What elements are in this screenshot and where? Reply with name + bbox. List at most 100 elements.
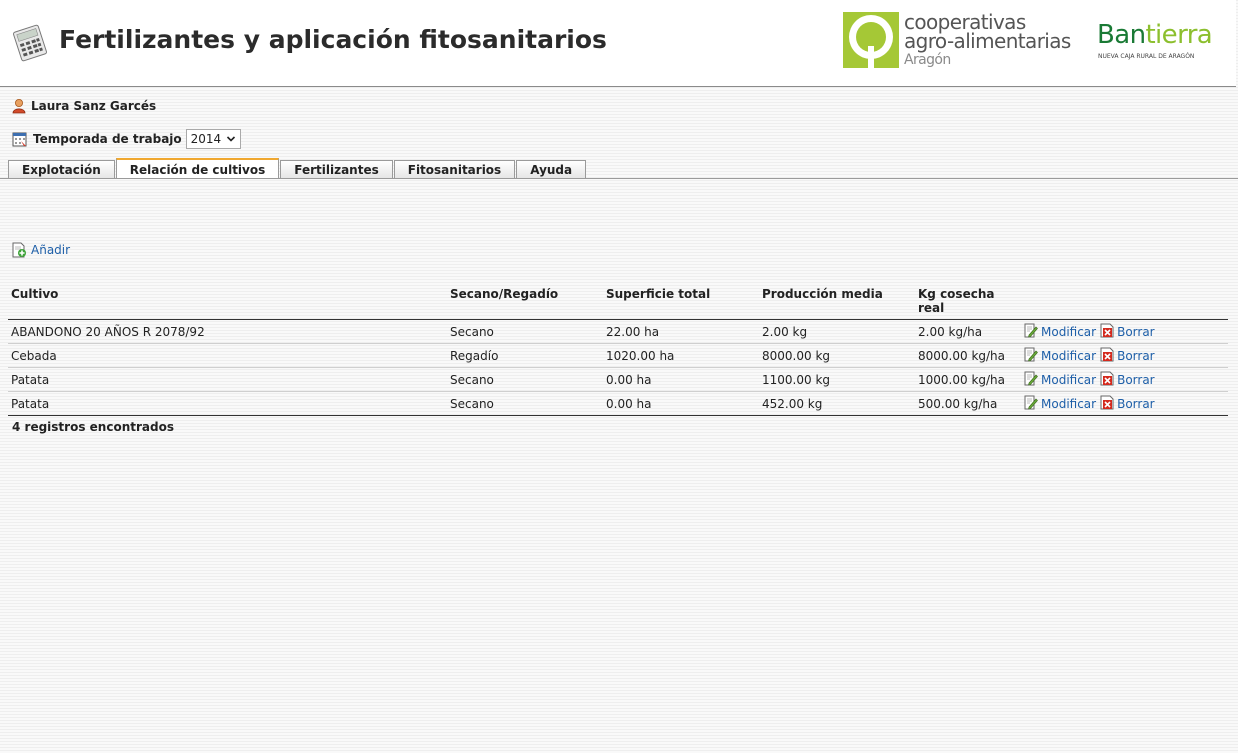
tab-label: Relación de cultivos bbox=[129, 162, 266, 177]
row-actions: Modificar Borrar bbox=[1024, 395, 1225, 413]
row-actions: Modificar Borrar bbox=[1024, 323, 1225, 341]
delete-label: Borrar bbox=[1117, 396, 1155, 411]
cell-cultivo: Cebada bbox=[8, 343, 447, 368]
cell-actions: Modificar Borrar bbox=[1021, 391, 1228, 416]
season-selector-row: Temporada de trabajo 2014 bbox=[12, 129, 241, 149]
delete-icon bbox=[1100, 395, 1114, 413]
cell-secano-regadio: Secano bbox=[447, 391, 603, 416]
delete-label: Borrar bbox=[1117, 348, 1155, 363]
cell-secano-regadio: Secano bbox=[447, 319, 603, 344]
row-actions: Modificar Borrar bbox=[1024, 371, 1225, 389]
modify-button[interactable]: Modificar bbox=[1024, 371, 1096, 389]
cell-kg-cosecha: 1000.00 kg/ha bbox=[915, 367, 1021, 392]
cell-cultivo: Patata bbox=[8, 391, 447, 416]
records-count: 4 registros encontrados bbox=[12, 420, 174, 434]
cooperativas-logo: cooperativas agro-alimentarias Aragón bbox=[843, 10, 1093, 70]
coop-leaf-icon bbox=[843, 12, 899, 68]
header-produccion: Producción media bbox=[759, 283, 915, 320]
calculator-icon bbox=[13, 24, 47, 62]
tab-explotacion[interactable]: Explotación bbox=[8, 160, 115, 179]
delete-icon bbox=[1100, 347, 1114, 365]
modify-label: Modificar bbox=[1041, 324, 1097, 339]
tab-label: Ayuda bbox=[530, 163, 573, 177]
bantierra-name-part1: Ban bbox=[1097, 20, 1146, 50]
edit-icon bbox=[1024, 395, 1038, 413]
table-row: Cebada Regadío 1020.00 ha 8000.00 kg 8000.00… bbox=[8, 343, 1228, 368]
tab-label: Fitosanitarios bbox=[407, 163, 502, 177]
tab-bar: Explotación Relación de cultivos Fertili… bbox=[8, 158, 587, 179]
coop-logo-line3: Aragón bbox=[904, 52, 951, 68]
header-secano-regadio: Secano/Regadío bbox=[447, 283, 603, 320]
edit-icon bbox=[1024, 371, 1038, 389]
header-actions bbox=[1021, 283, 1228, 320]
edit-icon bbox=[1024, 347, 1038, 365]
delete-button[interactable]: Borrar bbox=[1100, 323, 1155, 341]
cell-actions: Modificar Borrar bbox=[1021, 343, 1228, 368]
table-row: ABANDONO 20 AÑOS R 2078/92 Secano 22.00 ha… bbox=[8, 319, 1228, 344]
cell-cultivo: Patata bbox=[8, 367, 447, 392]
calendar-icon bbox=[12, 132, 27, 147]
season-selected-value: 2014 bbox=[190, 132, 222, 146]
cell-kg-cosecha: 2.00 kg/ha bbox=[915, 319, 1021, 344]
header-kg-cosecha: Kg cosecha real bbox=[915, 283, 1021, 320]
cell-superficie: 0.00 ha bbox=[603, 391, 759, 416]
cell-superficie: 1020.00 ha bbox=[603, 343, 759, 368]
modify-button[interactable]: Modificar bbox=[1024, 323, 1096, 341]
modify-button[interactable]: Modificar bbox=[1024, 347, 1096, 365]
cell-produccion: 1100.00 kg bbox=[759, 367, 915, 392]
table-row: Patata Secano 0.00 ha 1100.00 kg 1000.00 kg/… bbox=[8, 367, 1228, 392]
bantierra-name-part2: tierra bbox=[1145, 20, 1213, 50]
delete-icon bbox=[1100, 371, 1114, 389]
user-name: Laura Sanz Garcés bbox=[31, 99, 157, 113]
season-label: Temporada de trabajo bbox=[33, 132, 182, 146]
edit-icon bbox=[1024, 323, 1038, 341]
page-header: Fertilizantes y aplicación fitosanitario… bbox=[0, 0, 1236, 87]
coop-logo-line2: agro-alimentarias bbox=[904, 29, 1071, 53]
modify-label: Modificar bbox=[1041, 372, 1097, 387]
tab-fertilizantes[interactable]: Fertilizantes bbox=[280, 160, 393, 179]
delete-button[interactable]: Borrar bbox=[1100, 395, 1155, 413]
header-cultivo: Cultivo bbox=[8, 283, 447, 320]
tab-ayuda[interactable]: Ayuda bbox=[516, 160, 587, 179]
modify-button[interactable]: Modificar bbox=[1024, 395, 1096, 413]
cell-actions: Modificar Borrar bbox=[1021, 367, 1228, 392]
tab-bar-divider bbox=[0, 178, 1238, 179]
delete-button[interactable]: Borrar bbox=[1100, 347, 1155, 365]
cell-kg-cosecha: 8000.00 kg/ha bbox=[915, 343, 1021, 368]
bantierra-logo: Bantierra NUEVA CAJA RURAL DE ARAGÓN bbox=[1097, 20, 1229, 64]
cell-produccion: 2.00 kg bbox=[759, 319, 915, 344]
cell-cultivo: ABANDONO 20 AÑOS R 2078/92 bbox=[8, 319, 447, 344]
cell-actions: Modificar Borrar bbox=[1021, 319, 1228, 344]
season-select[interactable]: 2014 bbox=[185, 129, 241, 149]
cell-secano-regadio: Secano bbox=[447, 367, 603, 392]
header-superficie: Superficie total bbox=[603, 283, 759, 320]
bantierra-tagline: NUEVA CAJA RURAL DE ARAGÓN bbox=[1098, 53, 1195, 60]
add-link-label: Añadir bbox=[31, 243, 71, 257]
bantierra-name: Bantierra bbox=[1097, 20, 1213, 50]
cell-superficie: 0.00 ha bbox=[603, 367, 759, 392]
add-document-icon bbox=[12, 242, 26, 258]
modify-label: Modificar bbox=[1041, 396, 1097, 411]
delete-button[interactable]: Borrar bbox=[1100, 371, 1155, 389]
tab-fitosanitarios[interactable]: Fitosanitarios bbox=[393, 160, 516, 179]
delete-icon bbox=[1100, 323, 1114, 341]
cell-produccion: 8000.00 kg bbox=[759, 343, 915, 368]
add-button[interactable]: Añadir bbox=[12, 242, 70, 258]
cell-produccion: 452.00 kg bbox=[759, 391, 915, 416]
tab-label: Fertilizantes bbox=[294, 163, 379, 177]
chevron-down-icon bbox=[226, 136, 235, 142]
table-row: Patata Secano 0.00 ha 452.00 kg 500.00 kg/ha… bbox=[8, 391, 1228, 416]
cell-kg-cosecha: 500.00 kg/ha bbox=[915, 391, 1021, 416]
user-icon bbox=[12, 99, 26, 114]
user-info: Laura Sanz Garcés bbox=[12, 97, 156, 115]
cell-superficie: 22.00 ha bbox=[603, 319, 759, 344]
row-actions: Modificar Borrar bbox=[1024, 347, 1225, 365]
table-header-row: Cultivo Secano/Regadío Superficie total … bbox=[8, 283, 1228, 320]
delete-label: Borrar bbox=[1117, 372, 1155, 387]
page-title: Fertilizantes y aplicación fitosanitario… bbox=[59, 25, 607, 54]
tab-label: Explotación bbox=[22, 163, 101, 177]
crops-table: Cultivo Secano/Regadío Superficie total … bbox=[8, 283, 1228, 416]
cell-secano-regadio: Regadío bbox=[447, 343, 603, 368]
tab-relacion-cultivos[interactable]: Relación de cultivos bbox=[115, 158, 280, 179]
modify-label: Modificar bbox=[1041, 348, 1097, 363]
